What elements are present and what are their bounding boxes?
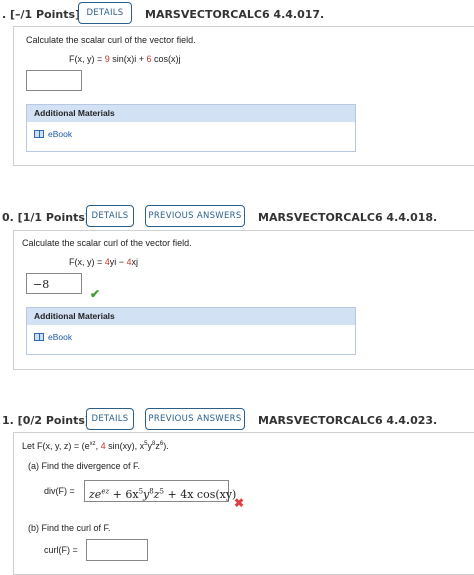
q2-field-end: xj <box>131 257 139 267</box>
q1-prompt: Calculate the scalar curl of the vector … <box>26 35 196 45</box>
q1-field-prefix: F(x, y) = <box>69 54 105 64</box>
correct-check-icon: ✔ <box>90 287 101 301</box>
q2-additional-materials-title: Additional Materials <box>27 308 355 325</box>
q1-additional-materials-title: Additional Materials <box>27 105 355 122</box>
q2-answer-input[interactable]: −8 <box>26 273 82 294</box>
q3-curl-input[interactable] <box>86 539 148 561</box>
q2-ebook-link[interactable]: eBook <box>34 332 72 342</box>
q2-ebook-label: eBook <box>48 332 73 342</box>
q3-field: Let F(x, y, z) = (exz, 4 sin(xy), x5y8z6… <box>22 441 169 451</box>
q2-previous-answers-button[interactable]: PREVIOUS ANSWERS <box>145 205 245 227</box>
q2-field: F(x, y) = 4yi − 4xj <box>69 257 138 267</box>
q3-code: MARSVECTORCALC6 4.4.023. <box>258 414 438 427</box>
q3-div-input[interactable]: zeez + 6x5y8z5 + 4x cos(xy) <box>84 480 236 502</box>
q2-points: 0. [1/1 Points] <box>2 211 90 224</box>
q2-prompt: Calculate the scalar curl of the vector … <box>22 238 192 248</box>
q1-code: MARSVECTORCALC6 4.4.017. <box>145 8 325 21</box>
q3-let-prefix: Let F(x, y, z) = (e <box>22 441 90 451</box>
q3-div-part3: + 4x cos(xy) <box>164 487 237 501</box>
q2-additional-materials: Additional Materials eBook <box>26 307 356 355</box>
q3-curl-label: curl(F) = <box>44 545 78 555</box>
q3-details-button[interactable]: DETAILS <box>86 408 134 430</box>
q1-field-mid: sin(x)i + <box>109 54 147 64</box>
q3-div-exp: ez <box>101 487 110 495</box>
q3-previous-answers-button[interactable]: PREVIOUS ANSWERS <box>145 408 245 430</box>
q1-ebook-link[interactable]: eBook <box>34 129 72 139</box>
q3-points: 1. [0/2 Points] <box>2 414 90 427</box>
q2-details-button[interactable]: DETAILS <box>86 205 134 227</box>
q3-div-part1: ze <box>89 487 102 501</box>
q1-field: F(x, y) = 9 sin(x)i + 6 cos(x)j <box>69 54 181 64</box>
q2-answer-value: −8 <box>33 278 50 291</box>
q3-div-part2: + 6x <box>109 487 139 501</box>
q1-additional-materials: Additional Materials eBook <box>26 104 356 152</box>
q3-div-label: div(F) = <box>44 486 75 496</box>
q1-details-button[interactable]: DETAILS <box>78 2 132 24</box>
incorrect-x-icon: ✖ <box>234 496 245 510</box>
q2-field-mid: yi − <box>109 257 127 267</box>
q3-let-mid2: sin(xy), x <box>105 441 145 451</box>
q3-part-b: (b) Find the curl of F. <box>28 523 111 533</box>
q3-part-a: (a) Find the divergence of F. <box>28 461 141 471</box>
q1-answer-input[interactable] <box>26 70 82 91</box>
book-icon <box>34 130 44 138</box>
q2-field-prefix: F(x, y) = <box>69 257 105 267</box>
q1-ebook-label: eBook <box>48 129 73 139</box>
book-icon <box>34 333 44 341</box>
q3-div-answer: zeez + 6x5y8z5 + 4x cos(xy) <box>89 487 237 501</box>
q2-code: MARSVECTORCALC6 4.4.018. <box>258 211 438 224</box>
q1-points: . [–/1 Points] <box>2 8 81 21</box>
q1-field-end: cos(x)j <box>151 54 181 64</box>
q3-let-end: ). <box>163 441 169 451</box>
